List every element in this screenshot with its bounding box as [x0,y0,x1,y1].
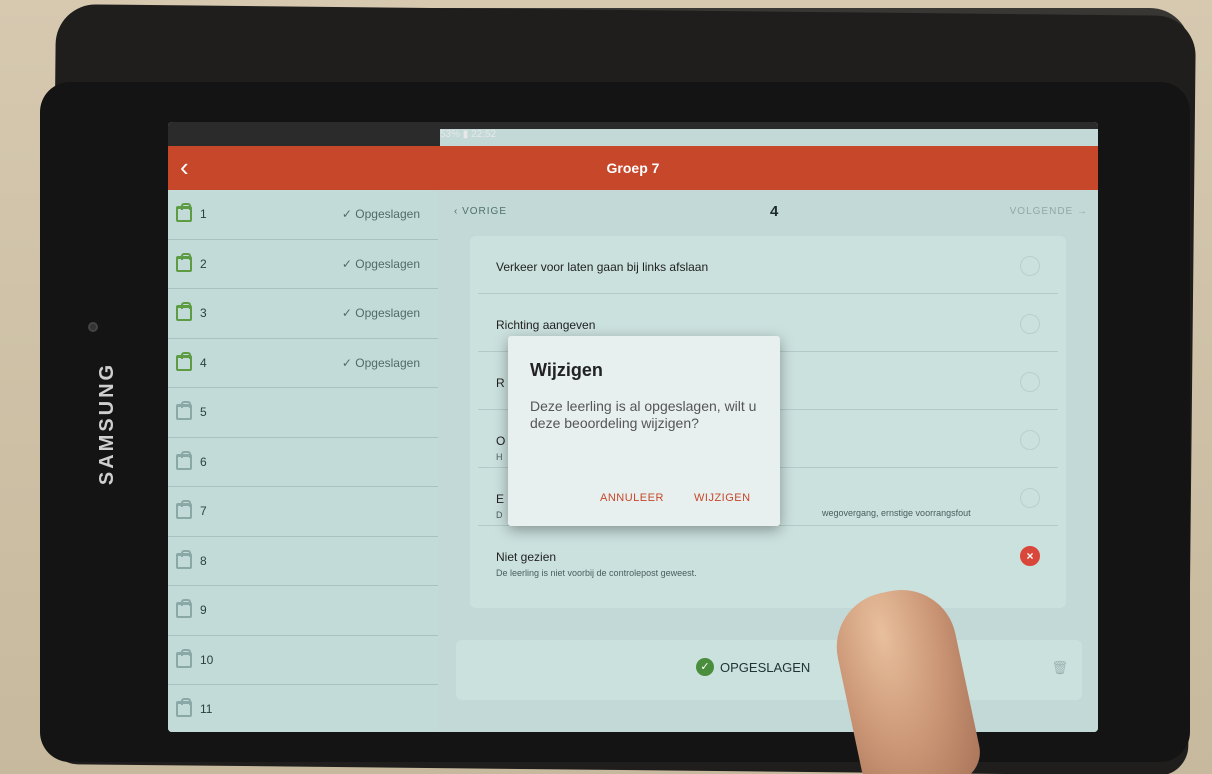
saved-label: OPGESLAGEN [720,659,811,675]
confirm-dialog: Wijzigen Deze leerling is al opgeslagen,… [508,336,780,526]
student-row[interactable]: 5 [168,388,438,438]
criterion-description: D [496,510,503,520]
student-number: 4 [200,355,207,370]
student-number: 1 [200,207,207,221]
radio-button[interactable] [1020,372,1040,392]
student-nav: ‹ VORIGE 4 VOLGENDE → [440,190,1098,230]
next-button[interactable]: VOLGENDE → [1010,206,1088,217]
student-number: 11 [200,702,213,716]
vest-icon [176,549,192,569]
vest-icon [176,203,192,222]
student-row[interactable]: 3 ✓ Opgeslagen [168,289,438,339]
criterion-row[interactable]: Verkeer voor laten gaan bij links afslaa… [478,236,1058,294]
page-title: Groep 7 [606,160,660,176]
criterion-label: Richting aangeven [496,318,596,332]
battery-level: 53% [440,129,461,140]
dialog-title: Wijzigen [530,360,603,380]
student-row[interactable]: 2 ✓ Opgeslagen [168,239,438,289]
clock: 22:52 [471,129,497,140]
vest-icon [176,351,192,371]
radio-button[interactable] [1020,430,1040,450]
radio-button[interactable] [1020,314,1040,334]
vest-icon [176,599,192,618]
student-row[interactable]: 7 [168,487,438,537]
student-row[interactable]: 11 [168,685,438,732]
status-bar: 53% ▮ 22:52 [168,122,1098,671]
student-row[interactable]: 6 [168,437,438,487]
student-number: 2 [200,256,207,271]
bottom-action-bar: ✓ OPGESLAGEN 🗑 [456,640,1082,700]
status-saved: ✓ Opgeslagen [341,306,420,320]
vest-icon [176,500,192,519]
battery-icon: ▮ [462,129,469,140]
vest-icon [176,698,192,717]
radio-button[interactable] [1020,256,1040,276]
camera-icon [88,322,98,332]
prev-button[interactable]: ‹ VORIGE [454,206,507,217]
student-number: 10 [200,652,214,667]
criterion-description: H [496,452,503,462]
student-row[interactable]: 8 [168,536,438,586]
tablet-screen: 53% ▮ 22:52 ‹ Groep 7 1 ✓ Opgeslagen 2 ✓… [168,122,1098,732]
criterion-row[interactable]: Niet gezien De leerling is niet voorbij … [478,526,1058,584]
vest-icon [176,302,192,321]
confirm-button[interactable]: WIJZIGEN [694,492,751,504]
student-number: 8 [200,553,207,568]
dialog-body: Deze leerling is al opgeslagen, wilt u d… [530,398,757,431]
student-row[interactable]: 9 [168,586,438,636]
vest-icon [176,450,192,470]
cancel-button[interactable]: ANNULEER [600,492,664,504]
criterion-label: R [496,376,505,390]
student-number: 6 [200,454,207,469]
student-row[interactable]: 10 [168,635,438,685]
student-row[interactable]: 1 ✓ Opgeslagen [168,190,438,240]
vest-icon [176,401,192,420]
criterion-description-tail: wegovergang, ernstige voorrangsfout [822,508,971,518]
criterion-label: E [496,492,505,506]
student-list: 1 ✓ Opgeslagen 2 ✓ Opgeslagen 3 ✓ Opgesl… [168,190,438,732]
criterion-label: Niet gezien [496,550,557,564]
student-number: 5 [200,405,207,419]
criterion-label: O [496,434,506,448]
device-brand: SAMSUNG [96,361,119,486]
student-row[interactable]: 4 ✓ Opgeslagen [168,338,438,388]
close-icon[interactable]: × [1020,546,1040,566]
radio-button[interactable] [1020,488,1040,508]
saved-button[interactable]: ✓ OPGESLAGEN [696,658,810,676]
status-saved: ✓ Opgeslagen [341,256,420,271]
vest-icon [176,648,192,668]
current-student-number: 4 [770,203,779,220]
app-bar: ‹ Groep 7 [168,146,1098,190]
status-saved: ✓ Opgeslagen [341,207,420,221]
student-number: 9 [200,603,207,617]
trash-icon[interactable]: 🗑 [1051,660,1068,676]
student-number: 3 [200,306,207,320]
student-number: 7 [200,504,207,518]
vest-icon [176,252,192,272]
status-saved: ✓ Opgeslagen [341,355,420,370]
criterion-description: De leerling is niet voorbij de controlep… [496,568,697,578]
check-circle-icon: ✓ [696,658,714,676]
criterion-label: Verkeer voor laten gaan bij links afslaa… [496,260,709,274]
